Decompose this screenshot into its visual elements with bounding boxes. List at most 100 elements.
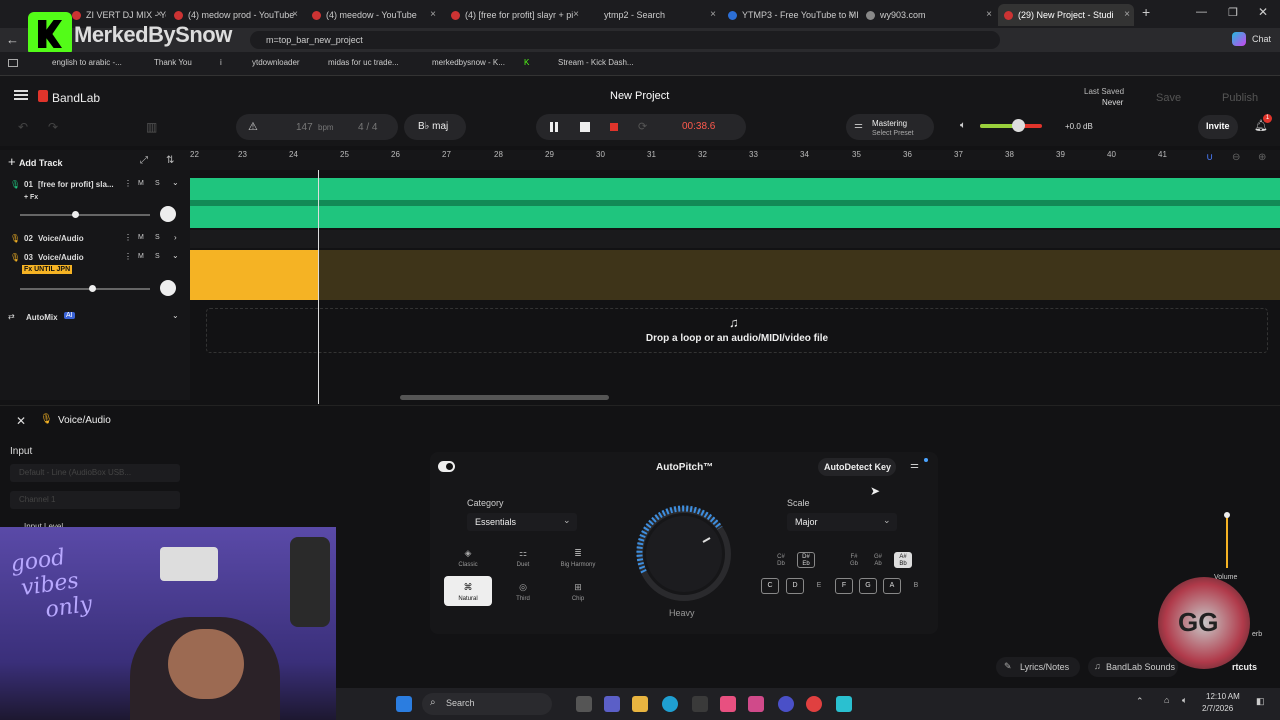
master-volume-knob[interactable] xyxy=(1012,119,1026,132)
discord-icon[interactable] xyxy=(778,696,794,712)
tray-chevron-icon[interactable]: ⌃ xyxy=(1136,696,1144,707)
solo-button[interactable]: S xyxy=(155,180,160,187)
taskbar-search[interactable]: ⌕ Search xyxy=(422,693,552,715)
chevron-down-icon[interactable]: ⌄ xyxy=(172,311,179,320)
input-device-select[interactable]: Default - Line (AudioBox USB... xyxy=(10,464,180,482)
key-e[interactable]: E xyxy=(810,578,828,594)
save-button[interactable]: Save xyxy=(1156,92,1181,104)
category-natural[interactable]: ⌘ Natural xyxy=(444,576,492,606)
volume-fader[interactable] xyxy=(1212,476,1242,576)
mute-button[interactable]: M xyxy=(138,253,144,260)
notifications-icon[interactable]: ◧ xyxy=(1256,696,1265,707)
browser-tab[interactable]: YTMP3 - Free YouTube to MI × xyxy=(722,4,858,26)
settings-sliders-icon[interactable]: ⚌ xyxy=(910,460,919,471)
track-lane-3[interactable] xyxy=(190,250,1280,300)
file-explorer-icon[interactable] xyxy=(632,696,648,712)
close-tab-icon[interactable]: × xyxy=(848,4,854,26)
menu-icon[interactable] xyxy=(14,90,28,92)
automix-row[interactable]: ⇄ AutoMix AI ⌄ xyxy=(0,310,188,328)
pan-knob[interactable] xyxy=(160,280,176,296)
key-gsharp[interactable]: G# Ab xyxy=(869,552,887,568)
bookmark-item[interactable]: merkedbysnow - K... xyxy=(432,58,505,67)
close-window-icon[interactable]: ✕ xyxy=(1258,5,1268,19)
fx-button[interactable]: + Fx xyxy=(24,194,38,201)
chevron-right-icon[interactable]: › xyxy=(174,233,177,242)
key-c[interactable]: C xyxy=(761,578,779,594)
network-icon[interactable]: ⌂ xyxy=(1164,695,1169,705)
bookmark-item[interactable]: i xyxy=(220,58,222,67)
more-icon[interactable]: ⋮ xyxy=(124,252,132,261)
key-selector[interactable]: B♭ maj xyxy=(404,114,466,140)
close-tab-icon[interactable]: × xyxy=(1124,4,1130,26)
key-g[interactable]: G xyxy=(859,578,877,594)
key-f[interactable]: F xyxy=(835,578,853,594)
lyrics-notes-button[interactable]: ✎ Lyrics/Notes xyxy=(996,657,1080,677)
chrome-icon[interactable] xyxy=(806,696,822,712)
close-tab-icon[interactable]: × xyxy=(986,4,992,26)
back-icon[interactable]: ← xyxy=(6,32,19,47)
bandlab-sounds-button[interactable]: ♫ BandLab Sounds xyxy=(1088,657,1178,677)
timeline-ruler[interactable]: 22 23 24 25 26 27 28 29 30 31 32 33 34 3… xyxy=(190,150,1280,170)
category-classic[interactable]: ◈ Classic xyxy=(444,542,492,572)
browser-tab-active[interactable]: (29) New Project - Studi × xyxy=(998,4,1134,26)
reading-list-icon[interactable] xyxy=(8,59,18,67)
mixer-icon[interactable]: ▥ xyxy=(146,120,157,134)
stop-icon[interactable] xyxy=(580,122,590,132)
category-big-harmony[interactable]: ≣ Big Harmony xyxy=(554,542,602,572)
publish-button[interactable]: Publish xyxy=(1222,92,1258,104)
sort-icon[interactable]: ⇅ xyxy=(166,155,174,166)
edge-icon[interactable] xyxy=(662,696,678,712)
zoom-in-icon[interactable]: ⊕ xyxy=(1258,152,1266,163)
key-b[interactable]: B xyxy=(907,578,925,594)
store-icon[interactable] xyxy=(692,696,708,712)
clock-time[interactable]: 12:10 AM xyxy=(1206,692,1240,701)
copilot-icon[interactable] xyxy=(1232,32,1246,46)
redo-icon[interactable]: ↷ xyxy=(48,120,58,134)
mute-button[interactable]: M xyxy=(138,234,144,241)
teams-icon[interactable] xyxy=(604,696,620,712)
maximize-icon[interactable]: ❐ xyxy=(1228,6,1238,19)
track-volume-knob[interactable] xyxy=(71,211,79,218)
shortcuts-button[interactable]: rtcuts xyxy=(1232,662,1257,672)
bpm-value[interactable]: 147 xyxy=(296,122,313,133)
bookmark-item[interactable]: ytdownloader xyxy=(252,58,300,67)
app-icon[interactable] xyxy=(720,696,736,712)
key-dsharp[interactable]: D# Eb xyxy=(797,552,815,568)
close-tab-icon[interactable]: × xyxy=(710,4,716,26)
track-row[interactable]: 🎙︎ 01 [free for profit] sla... ⋮ M S ⌄ +… xyxy=(0,178,188,228)
pause-icon[interactable] xyxy=(550,122,553,132)
loop-icon[interactable]: ⟳ xyxy=(638,120,647,133)
chevron-down-icon[interactable]: ⌄ xyxy=(172,178,179,187)
key-asharp[interactable]: A# Bb xyxy=(894,552,912,568)
magnet-icon[interactable]: ∪ xyxy=(1206,152,1213,163)
strength-knob[interactable] xyxy=(630,502,740,612)
fx-badge[interactable]: Fx UNTIL JPN xyxy=(22,265,73,274)
fader-knob[interactable] xyxy=(1224,512,1230,518)
playhead[interactable] xyxy=(318,170,319,404)
audio-clip-track-1[interactable] xyxy=(190,178,1280,228)
copilot-app-icon[interactable] xyxy=(748,696,764,712)
key-a[interactable]: A xyxy=(883,578,901,594)
record-icon[interactable] xyxy=(610,123,618,131)
bookmark-item[interactable]: Thank You xyxy=(154,58,192,67)
track-name[interactable]: Voice/Audio xyxy=(38,253,84,262)
more-icon[interactable]: ⋮ xyxy=(124,179,132,188)
wand-icon[interactable]: ⤢ xyxy=(140,155,148,166)
close-tab-icon[interactable]: × xyxy=(573,4,579,26)
invite-button[interactable]: Invite xyxy=(1198,115,1238,139)
chat-button[interactable]: Chat xyxy=(1252,34,1271,44)
undo-icon[interactable]: ↶ xyxy=(18,120,28,134)
browser-tab[interactable]: (4) meedow - YouTube × xyxy=(306,4,440,26)
track-volume-slider[interactable] xyxy=(20,211,150,218)
bookmark-item[interactable]: english to arabic -... xyxy=(52,58,122,67)
mute-button[interactable]: M xyxy=(138,180,144,187)
add-track-button[interactable]: + Add Track xyxy=(8,154,78,174)
zoom-out-icon[interactable]: ⊖ xyxy=(1232,152,1240,163)
category-chip[interactable]: ⊞ Chip xyxy=(554,576,602,606)
chevron-down-icon[interactable]: ⌄ xyxy=(172,251,179,260)
category-select[interactable]: Essentials ⌄ xyxy=(467,513,577,531)
solo-button[interactable]: S xyxy=(155,234,160,241)
category-third[interactable]: ◎ Third xyxy=(499,576,547,606)
project-title[interactable]: New Project xyxy=(610,90,669,102)
master-volume-slider[interactable] xyxy=(980,119,1042,132)
